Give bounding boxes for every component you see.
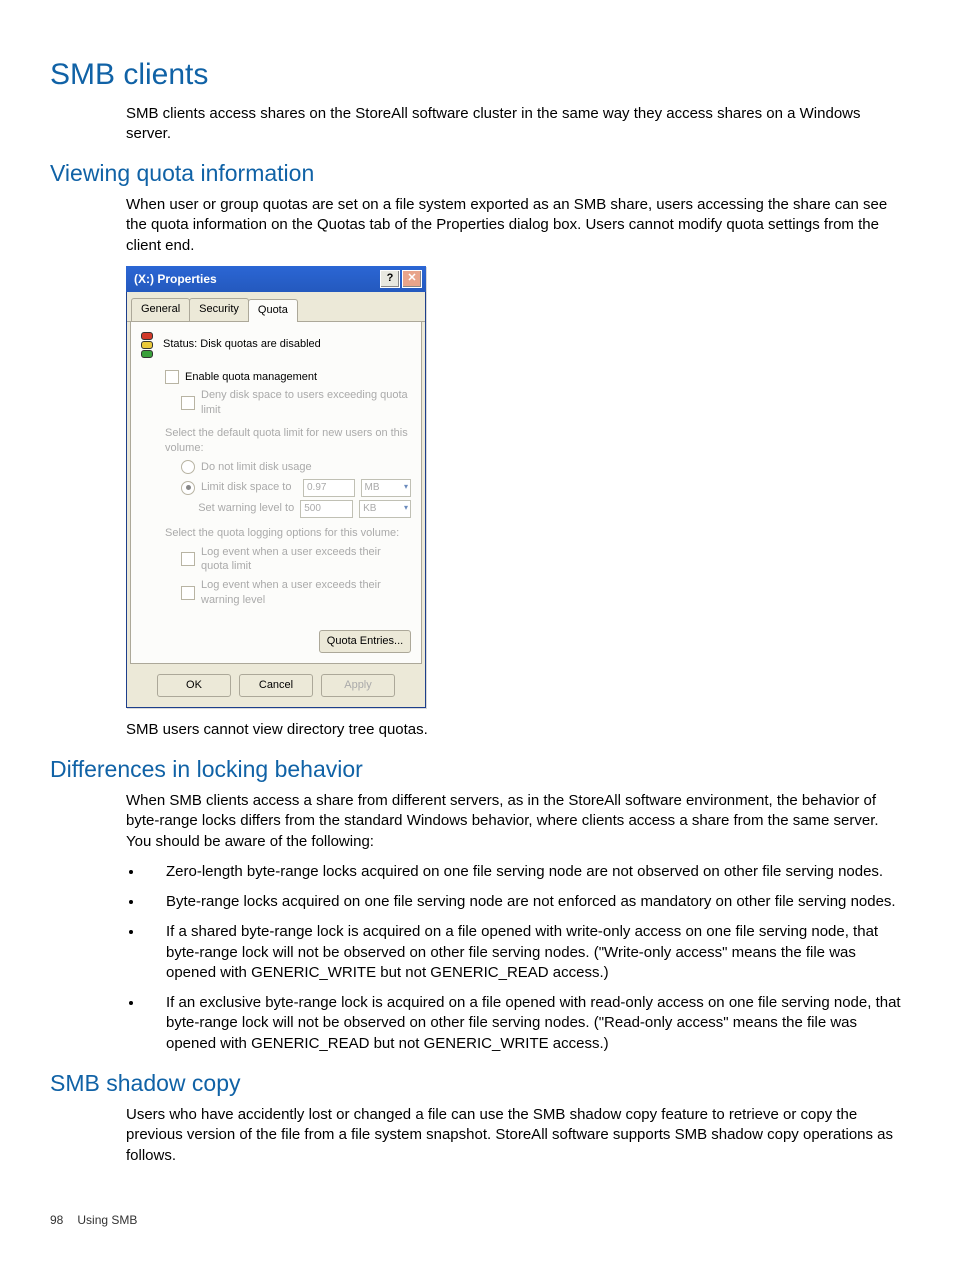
- log-warn-label: Log event when a user exceeds their warn…: [201, 578, 411, 608]
- default-limit-label: Select the default quota limit for new u…: [165, 426, 411, 456]
- limit-radio[interactable]: [181, 481, 195, 495]
- list-item: If an exclusive byte-range lock is acqui…: [144, 993, 904, 1054]
- log-warn-checkbox[interactable]: [181, 586, 195, 600]
- no-limit-label: Do not limit disk usage: [201, 460, 312, 475]
- status-text: Status: Disk quotas are disabled: [163, 337, 321, 352]
- page-number: 98: [50, 1212, 63, 1228]
- list-item: Byte-range locks acquired on one file se…: [144, 892, 904, 912]
- warn-unit-combo[interactable]: KB ▾: [359, 500, 411, 518]
- page-footer: 98 Using SMB: [50, 1212, 904, 1228]
- limit-label: Limit disk space to: [201, 480, 297, 495]
- traffic-light-icon: [141, 332, 155, 358]
- heading-shadow-copy: SMB shadow copy: [50, 1068, 904, 1099]
- tab-strip: General Security Quota: [127, 292, 425, 322]
- tab-security[interactable]: Security: [189, 298, 249, 321]
- enable-quota-checkbox[interactable]: [165, 370, 179, 384]
- ok-button[interactable]: OK: [157, 674, 231, 697]
- paragraph-after-dialog: SMB users cannot view directory tree quo…: [126, 720, 904, 740]
- chevron-down-icon: ▾: [404, 503, 408, 514]
- no-limit-radio[interactable]: [181, 460, 195, 474]
- diff-bullet-list: Zero-length byte-range locks acquired on…: [126, 862, 904, 1054]
- deny-space-checkbox[interactable]: [181, 396, 195, 410]
- dialog-title: (X:) Properties: [134, 271, 217, 287]
- list-item: If a shared byte-range lock is acquired …: [144, 922, 904, 983]
- paragraph-diff-intro: When SMB clients access a share from dif…: [126, 791, 904, 852]
- paragraph-viewing-quota: When user or group quotas are set on a f…: [126, 195, 904, 256]
- paragraph-shadow-copy: Users who have accidently lost or change…: [126, 1105, 904, 1166]
- heading-smb-clients: SMB clients: [50, 55, 904, 96]
- limit-value-input[interactable]: 0.97: [303, 479, 355, 497]
- section-name: Using SMB: [77, 1212, 137, 1228]
- heading-viewing-quota: Viewing quota information: [50, 158, 904, 189]
- apply-button[interactable]: Apply: [321, 674, 395, 697]
- quota-tab-panel: Status: Disk quotas are disabled Enable …: [130, 322, 422, 664]
- dialog-titlebar: (X:) Properties ? ✕: [126, 266, 426, 292]
- warn-unit-value: KB: [363, 502, 376, 516]
- enable-quota-label: Enable quota management: [185, 370, 317, 385]
- deny-space-label: Deny disk space to users exceeding quota…: [201, 388, 411, 418]
- heading-locking-behavior: Differences in locking behavior: [50, 754, 904, 785]
- chevron-down-icon: ▾: [404, 482, 408, 493]
- logging-label: Select the quota logging options for thi…: [165, 526, 411, 541]
- limit-unit-combo[interactable]: MB ▾: [361, 479, 412, 497]
- warn-label: Set warning level to: [198, 501, 294, 516]
- quota-entries-button[interactable]: Quota Entries...: [319, 630, 411, 653]
- tab-general[interactable]: General: [131, 298, 190, 321]
- cancel-button[interactable]: Cancel: [239, 674, 313, 697]
- list-item: Zero-length byte-range locks acquired on…: [144, 862, 904, 882]
- log-quota-label: Log event when a user exceeds their quot…: [201, 545, 411, 575]
- warn-value-input[interactable]: 500: [300, 500, 353, 518]
- log-quota-checkbox[interactable]: [181, 552, 195, 566]
- limit-unit-value: MB: [365, 481, 380, 495]
- properties-dialog: (X:) Properties ? ✕ General Security Quo…: [126, 266, 426, 708]
- close-button[interactable]: ✕: [402, 270, 422, 288]
- tab-quota[interactable]: Quota: [248, 299, 298, 322]
- paragraph-smb-intro: SMB clients access shares on the StoreAl…: [126, 104, 904, 145]
- help-button[interactable]: ?: [380, 270, 400, 288]
